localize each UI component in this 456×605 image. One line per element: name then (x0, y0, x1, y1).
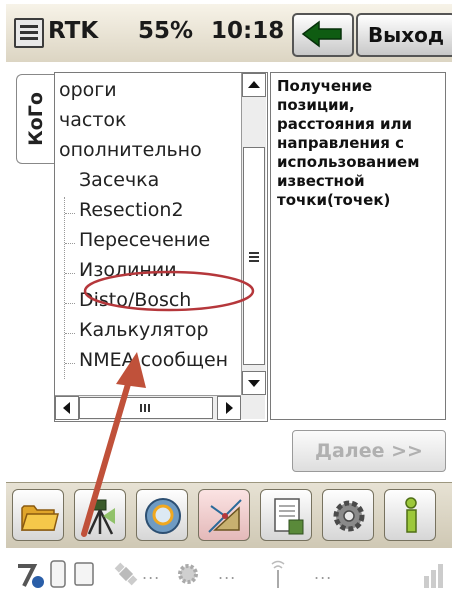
vertical-scroll-thumb[interactable] (243, 147, 265, 365)
files-button[interactable] (12, 489, 64, 541)
tree-item[interactable]: Калькулятор (79, 315, 209, 345)
scroll-left-icon (63, 402, 70, 414)
back-button[interactable] (292, 13, 354, 57)
tab-cogo-label: КоГо (25, 92, 47, 146)
radio-gear-icon (178, 564, 198, 584)
next-button[interactable]: Далее >> (292, 430, 446, 472)
info-button[interactable] (384, 489, 436, 541)
scroll-corner (241, 395, 265, 419)
receiver-icon (50, 560, 66, 588)
settings-icon (333, 500, 365, 532)
tree-item[interactable]: Засечка (79, 165, 159, 195)
menu-icon[interactable] (14, 18, 44, 48)
scroll-up-icon (248, 81, 260, 88)
horizontal-scroll-thumb[interactable] (79, 397, 213, 419)
tree-item[interactable]: Пересечение (79, 225, 210, 255)
scroll-down-button[interactable] (242, 371, 266, 395)
bottom-toolbar (6, 482, 452, 549)
tree-item[interactable]: ороги (59, 75, 117, 105)
data-button[interactable] (260, 489, 312, 541)
rover-status-icon (18, 564, 44, 588)
title-bar: RTK 55% 10:18 Выход (6, 4, 452, 63)
battery-level: 55% (138, 18, 194, 44)
cogo-page: КоГо ороги часток ополнительно Засечка R… (6, 62, 452, 482)
function-tree: ороги часток ополнительно Засечка Resect… (54, 72, 268, 422)
signal-bars-icon (424, 564, 443, 588)
function-description: Получение позиции, расстояния или направ… (270, 72, 446, 420)
scroll-right-icon (226, 402, 233, 414)
settings-button[interactable] (322, 489, 374, 541)
info-icon (405, 497, 417, 533)
battery-icon (74, 562, 94, 586)
scroll-up-button[interactable] (242, 73, 266, 97)
tree-item[interactable]: NMEA сообщен (79, 345, 228, 375)
tree-item[interactable]: часток (59, 105, 126, 135)
scroll-down-icon (248, 380, 260, 387)
status-bar: ... ... ... (6, 548, 452, 600)
scroll-left-button[interactable] (55, 396, 79, 420)
tree-item[interactable]: ополнительно (59, 135, 202, 165)
function-description-text: Получение позиции, расстояния или направ… (277, 77, 420, 209)
survey-instrument-icon (87, 499, 115, 535)
function-tree-list: ороги часток ополнительно Засечка Resect… (55, 73, 241, 395)
document-icon (274, 498, 304, 535)
instrument-button[interactable] (74, 489, 126, 541)
tree-item[interactable]: Изолинии (79, 255, 177, 285)
tab-cogo[interactable]: КоГо (16, 74, 55, 164)
tree-item-disto-bosch[interactable]: Disto/Bosch (79, 285, 191, 315)
back-arrow-icon (301, 20, 342, 48)
horizontal-scrollbar[interactable] (55, 395, 241, 420)
gnss-mode: RTK (48, 18, 99, 44)
cogo-tools-icon (208, 499, 242, 533)
map-search-icon (145, 498, 181, 534)
scroll-right-button[interactable] (217, 396, 241, 420)
satellite-icon (114, 562, 138, 586)
antenna-icon (271, 560, 285, 588)
vertical-scrollbar[interactable] (241, 73, 266, 395)
clock: 10:18 (211, 18, 285, 44)
device-screen: RTK 55% 10:18 Выход КоГо ороги часток оп… (6, 4, 452, 600)
tree-item[interactable]: Resection2 (79, 195, 184, 225)
folder-icon (20, 505, 59, 531)
cogo-button[interactable] (198, 489, 250, 541)
tree-connector (64, 197, 65, 379)
exit-button[interactable]: Выход (356, 13, 452, 57)
map-button[interactable] (136, 489, 188, 541)
